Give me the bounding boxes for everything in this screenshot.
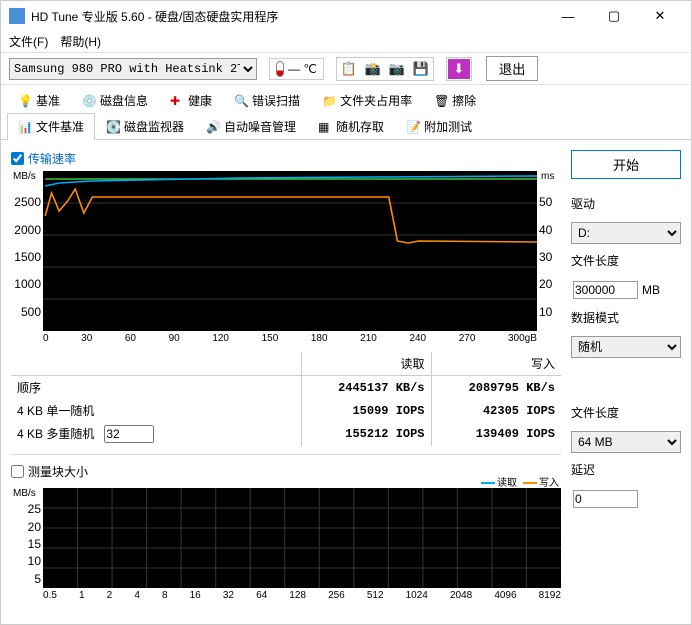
toolbar: Samsung 980 PRO with Heatsink 2T4T — ℃ 📋… — [1, 53, 691, 85]
minimize-button[interactable]: — — [545, 1, 591, 31]
options-button[interactable]: ⬇ — [448, 59, 470, 79]
maximize-button[interactable]: ▢ — [591, 1, 637, 31]
chart2-x-axis: 0.512481632641282565121024204840968192 — [43, 588, 561, 603]
queue-depth-spinner[interactable] — [104, 425, 154, 443]
copy-info-button[interactable]: 📋 — [338, 59, 360, 79]
tab-aam[interactable]: 🔊自动噪音管理 — [195, 113, 307, 139]
transfer-rate-label: 传输速率 — [28, 150, 76, 167]
chart2-legend: 读取 写入 — [481, 474, 559, 489]
camera-button[interactable]: 📷 — [386, 59, 408, 79]
row-4kb-multi: 4 KB 多重随机 155212 IOPS 139409 IOPS — [11, 422, 561, 446]
menubar: 文件(F) 帮助(H) — [1, 31, 691, 53]
drive-select[interactable]: Samsung 980 PRO with Heatsink 2T4T — [9, 58, 257, 80]
filelen-input[interactable] — [573, 281, 638, 299]
bulb-icon: 💡 — [18, 94, 32, 108]
random-icon: ▦ — [318, 120, 332, 134]
delay-label: 延迟 — [571, 461, 681, 478]
side-panel: 开始 驱动 D: 文件长度 MB 数据模式 随机 文件长度 64 MB 延迟 — [571, 150, 681, 603]
app-icon — [9, 8, 25, 24]
tab-errorscan[interactable]: 🔍错误扫描 — [223, 87, 311, 113]
tab-filebenchmark[interactable]: 📊文件基准 — [7, 113, 95, 140]
start-button[interactable]: 开始 — [571, 150, 681, 179]
exit-button[interactable]: 退出 — [486, 56, 539, 81]
mode-label: 数据模式 — [571, 309, 681, 326]
thermometer-icon — [276, 61, 284, 77]
delay-input[interactable] — [573, 490, 638, 508]
tab-folderusage[interactable]: 📁文件夹占用率 — [311, 87, 423, 113]
blocksize-checkbox[interactable] — [11, 465, 24, 478]
tab-health[interactable]: ✚健康 — [159, 87, 223, 113]
filelen-label: 文件长度 — [571, 252, 681, 269]
tab-benchmark[interactable]: 💡基准 — [7, 87, 71, 113]
tab-erase[interactable]: 🗑擦除 — [423, 87, 487, 113]
filelen2-select[interactable]: 64 MB — [571, 431, 681, 453]
blocksize-label: 测量块大小 — [28, 463, 88, 480]
blocksize-chart — [43, 488, 561, 588]
drive-label: 驱动 — [571, 195, 681, 212]
chart1-y-right: ms 50 40 30 20 10 — [537, 171, 561, 346]
tab-bar: 💡基准 💿磁盘信息 ✚健康 🔍错误扫描 📁文件夹占用率 🗑擦除 📊文件基准 💽磁… — [1, 85, 691, 140]
header-write: 写入 — [431, 352, 561, 376]
chart1-y-left: MB/s 2500 2000 1500 1000 500 — [11, 171, 43, 346]
tab-randomaccess[interactable]: ▦随机存取 — [307, 113, 395, 139]
temperature-display: — ℃ — [269, 58, 324, 80]
erase-icon: 🗑 — [434, 94, 448, 108]
transfer-chart — [43, 171, 537, 331]
close-button[interactable]: ✕ — [637, 1, 683, 31]
tab-diskmonitor[interactable]: 💽磁盘监视器 — [95, 113, 195, 139]
menu-file[interactable]: 文件(F) — [9, 33, 48, 50]
extra-icon: 📝 — [406, 120, 420, 134]
monitor-icon: 💽 — [106, 120, 120, 134]
titlebar: HD Tune 专业版 5.60 - 硬盘/固态硬盘实用程序 — ▢ ✕ — [1, 1, 691, 31]
row-4kb-single: 4 KB 单一随机 15099 IOPS 42305 IOPS — [11, 399, 561, 422]
row-sequential: 顺序 2445137 KB/s 2089795 KB/s — [11, 376, 561, 400]
folder-icon: 📁 — [322, 94, 336, 108]
drive-letter-select[interactable]: D: — [571, 222, 681, 244]
copy-screenshot-button[interactable]: 📸 — [362, 59, 384, 79]
file-icon: 📊 — [18, 120, 32, 134]
disk-icon: 💿 — [82, 94, 96, 108]
health-icon: ✚ — [170, 94, 184, 108]
tab-diskinfo[interactable]: 💿磁盘信息 — [71, 87, 159, 113]
chart2-y-axis: MB/s 25 20 15 10 5 — [11, 488, 43, 603]
chart1-x-axis: 0306090120150180210240270300gB — [43, 331, 537, 346]
search-icon: 🔍 — [234, 94, 248, 108]
filelen2-label: 文件长度 — [571, 404, 681, 421]
window-title: HD Tune 专业版 5.60 - 硬盘/固态硬盘实用程序 — [31, 8, 545, 25]
results-table: 读取 写入 顺序 2445137 KB/s 2089795 KB/s 4 KB … — [11, 352, 561, 446]
menu-help[interactable]: 帮助(H) — [60, 33, 101, 50]
transfer-rate-checkbox[interactable] — [11, 152, 24, 165]
mode-select[interactable]: 随机 — [571, 336, 681, 358]
sound-icon: 🔊 — [206, 120, 220, 134]
tab-extratests[interactable]: 📝附加测试 — [395, 113, 483, 139]
header-read: 读取 — [301, 352, 431, 376]
save-button[interactable]: 💾 — [410, 59, 432, 79]
